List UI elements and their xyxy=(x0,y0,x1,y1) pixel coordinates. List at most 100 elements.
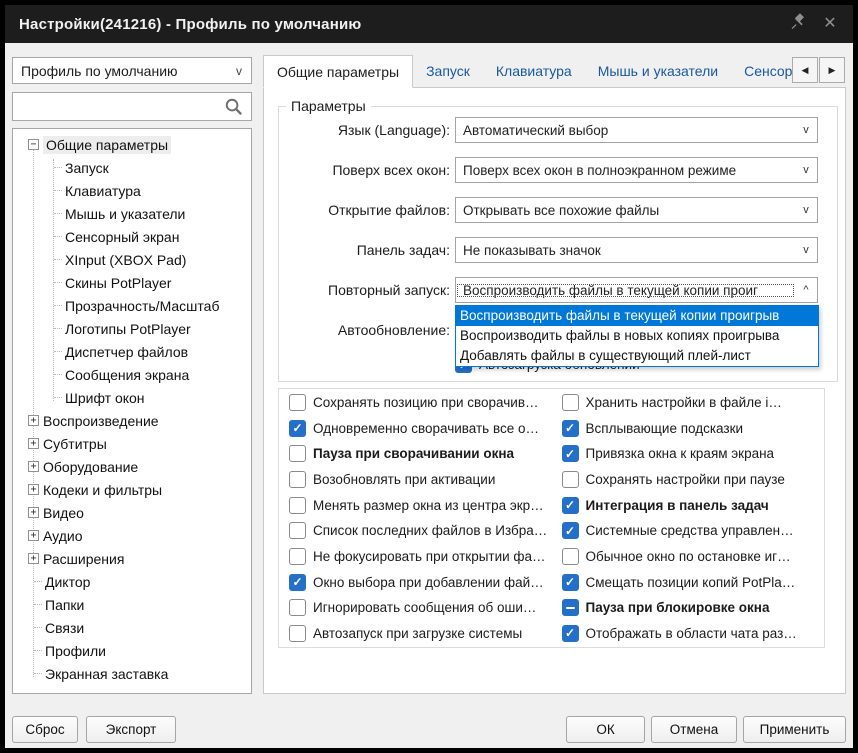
checkbox-option[interactable]: Хранить настройки в файле i… xyxy=(561,394,825,411)
tab-запуск[interactable]: Запуск xyxy=(413,55,483,87)
tree-item-кодеки-и-фильтры[interactable]: + Кодеки и фильтры xyxy=(13,478,251,501)
tree-connector xyxy=(54,328,62,329)
tree-item-расширения[interactable]: + Расширения xyxy=(13,547,251,570)
checkbox-unchecked xyxy=(289,522,306,540)
param-combo-2[interactable]: Открывать все похожие файлы v xyxy=(455,197,818,223)
checkbox-option[interactable]: Возобновлять при активации xyxy=(289,470,552,488)
checkbox-option[interactable]: Сохранять настройки при паузе xyxy=(561,470,825,488)
droplist-item[interactable]: Воспроизводить файлы в текущей копии про… xyxy=(456,306,818,326)
tree-item-диспетчер-файлов[interactable]: Диспетчер файлов xyxy=(13,340,251,363)
checkbox-label: Пауза при блокировке окна xyxy=(585,600,770,616)
tab-мышь-и-указатели[interactable]: Мышь и указатели xyxy=(585,55,731,87)
checkbox-unchecked xyxy=(289,394,306,411)
checkbox-unchecked xyxy=(561,394,579,411)
droplist-item[interactable]: Добавлять файлы в существующий плей-лист xyxy=(456,346,818,366)
checkbox-option[interactable]: ✓ Отображать в области чата раз… xyxy=(561,624,825,642)
tree-item-воспроизведение[interactable]: + Воспроизведение xyxy=(13,409,251,432)
checkbox-label: Сохранять позицию при сворачив… xyxy=(313,395,539,410)
checkbox-label: Системные средства управлен… xyxy=(585,523,794,539)
tree-item-диктор[interactable]: Диктор xyxy=(13,570,251,593)
search-input[interactable] xyxy=(13,93,224,120)
tree-item-прозрачность-масштаб[interactable]: Прозрачность/Масштаб xyxy=(13,294,251,317)
tree-item-аудио[interactable]: + Аудио xyxy=(13,524,251,547)
tree-item-связи[interactable]: Связи xyxy=(13,616,251,639)
close-button[interactable]: ✕ xyxy=(819,13,841,35)
checkbox-label: Привязка окна к краям экрана xyxy=(585,446,775,462)
profile-select-value: Профиль по умолчанию xyxy=(21,62,178,79)
ok-button[interactable]: ОК xyxy=(566,716,645,743)
checkbox-option[interactable]: Список последних файлов в Избра… xyxy=(289,522,552,540)
pin-button[interactable] xyxy=(787,13,809,35)
reset-button[interactable]: Сброс xyxy=(12,716,78,743)
checkbox-option[interactable]: Игнорировать сообщения об оши… xyxy=(289,599,552,617)
plus-icon[interactable]: + xyxy=(28,553,39,564)
checkbox-option[interactable]: Не фокусировать при открытии фа… xyxy=(289,547,552,565)
tree-item-xinput-xbox-pad-[interactable]: XInput (XBOX Pad) xyxy=(13,248,251,271)
param-combo-1[interactable]: Поверх всех окон в полноэкранном режиме v xyxy=(455,157,818,183)
checkbox-option[interactable]: ✓ Системные средства управлен… xyxy=(561,522,825,540)
cancel-button[interactable]: Отмена xyxy=(651,716,737,743)
tree-item-оборудование[interactable]: + Оборудование xyxy=(13,455,251,478)
checkbox-option[interactable]: ✓ Привязка окна к краям экрана xyxy=(561,445,825,463)
checkbox-option[interactable]: ✓ Интеграция в панель задач xyxy=(561,496,825,514)
tree-item-скины-potplayer[interactable]: Скины PotPlayer xyxy=(13,271,251,294)
tree-item-клавиатура[interactable]: Клавиатура xyxy=(13,179,251,202)
tab-scroll-left-button[interactable]: ◀ xyxy=(792,57,818,83)
checkbox-option[interactable]: Пауза при сворачивании окна xyxy=(289,445,552,463)
param-combo-3[interactable]: Не показывать значок v xyxy=(455,237,818,263)
check-icon: ✓ xyxy=(292,575,303,590)
tree-item-видео[interactable]: + Видео xyxy=(13,501,251,524)
param-combo-0[interactable]: Автоматический выбор v xyxy=(455,117,818,143)
param-combo-4[interactable]: Воспроизводить файлы в текущей копии про… xyxy=(455,277,818,303)
plus-icon[interactable]: + xyxy=(28,438,39,449)
plus-icon[interactable]: + xyxy=(28,484,39,495)
tree-item-профили[interactable]: Профили xyxy=(13,639,251,662)
tree-item-экранная-заставка[interactable]: Экранная заставка xyxy=(13,662,251,685)
checkbox-checked: ✓ xyxy=(561,445,579,463)
check-icon: ✓ xyxy=(564,575,576,590)
plus-icon[interactable]: + xyxy=(28,415,39,426)
checkbox-unchecked xyxy=(289,624,306,642)
tab-клавиатура[interactable]: Клавиатура xyxy=(483,55,585,87)
droplist-item[interactable]: Воспроизводить файлы в новых копиях прои… xyxy=(456,326,818,346)
tab-сенсор[interactable]: Сенсор xyxy=(731,55,792,87)
checkbox-option[interactable]: Пауза при блокировке окна xyxy=(561,599,825,617)
tree-item-запуск[interactable]: Запуск xyxy=(13,156,251,179)
checkbox-option[interactable]: ✓ Окно выбора при добавлении фай… xyxy=(289,573,552,591)
tree-item-label: Экранная заставка xyxy=(45,665,169,682)
plus-icon[interactable]: + xyxy=(28,530,39,541)
settings-window: Настройки(241216) - Профиль по умолчанию… xyxy=(0,0,858,753)
tree-item-папки[interactable]: Папки xyxy=(13,593,251,616)
checkbox-option[interactable]: Обычное окно по остановке иг… xyxy=(561,547,825,565)
checkbox-checked: ✓ xyxy=(561,624,579,642)
export-button[interactable]: Экспорт xyxy=(86,716,176,743)
checkbox-option[interactable]: ✓ Смещать позиции копий PotPla… xyxy=(561,573,825,591)
tree-item-сенсорный-экран[interactable]: Сенсорный экран xyxy=(13,225,251,248)
tree-item-мышь-и-указатели[interactable]: Мышь и указатели xyxy=(13,202,251,225)
checkbox-unchecked xyxy=(289,470,306,488)
apply-button[interactable]: Применить xyxy=(743,716,846,743)
tree-item-общие-параметры[interactable]: − Общие параметры xyxy=(13,133,251,156)
tree-item-субтитры[interactable]: + Субтитры xyxy=(13,432,251,455)
plus-icon[interactable]: + xyxy=(28,461,39,472)
checkbox-option[interactable]: Менять размер окна из центра экр… xyxy=(289,496,552,514)
checkbox-option[interactable]: ✓ Всплывающие подсказки xyxy=(561,419,825,437)
titlebar[interactable]: Настройки(241216) - Профиль по умолчанию… xyxy=(5,5,853,43)
plus-icon[interactable]: + xyxy=(28,507,39,518)
tree-item-сообщения-экрана[interactable]: Сообщения экрана xyxy=(13,363,251,386)
tree-connector xyxy=(54,236,62,237)
tree-item-label: Запуск xyxy=(65,159,109,176)
minus-icon[interactable]: − xyxy=(28,139,39,150)
checkbox-option[interactable]: Сохранять позицию при сворачив… xyxy=(289,394,552,411)
tree-item-label: Оборудование xyxy=(43,458,139,475)
tree-item-шрифт-окон[interactable]: Шрифт окон xyxy=(13,386,251,409)
tab-общие-параметры[interactable]: Общие параметры xyxy=(263,55,414,88)
tree-item-label: Клавиатура xyxy=(65,182,141,199)
checkbox-option[interactable]: Автозапуск при загрузке системы xyxy=(289,624,552,642)
tab-scroll-right-button[interactable]: ▶ xyxy=(819,57,845,83)
search-icon xyxy=(224,97,243,116)
tree-item-логотипы-potplayer[interactable]: Логотипы PotPlayer xyxy=(13,317,251,340)
checkbox-option[interactable]: ✓ Одновременно сворачивать все о… xyxy=(289,419,552,437)
profile-select[interactable]: Профиль по умолчанию v xyxy=(12,57,252,84)
chevron-up-icon: ^ xyxy=(803,284,809,296)
